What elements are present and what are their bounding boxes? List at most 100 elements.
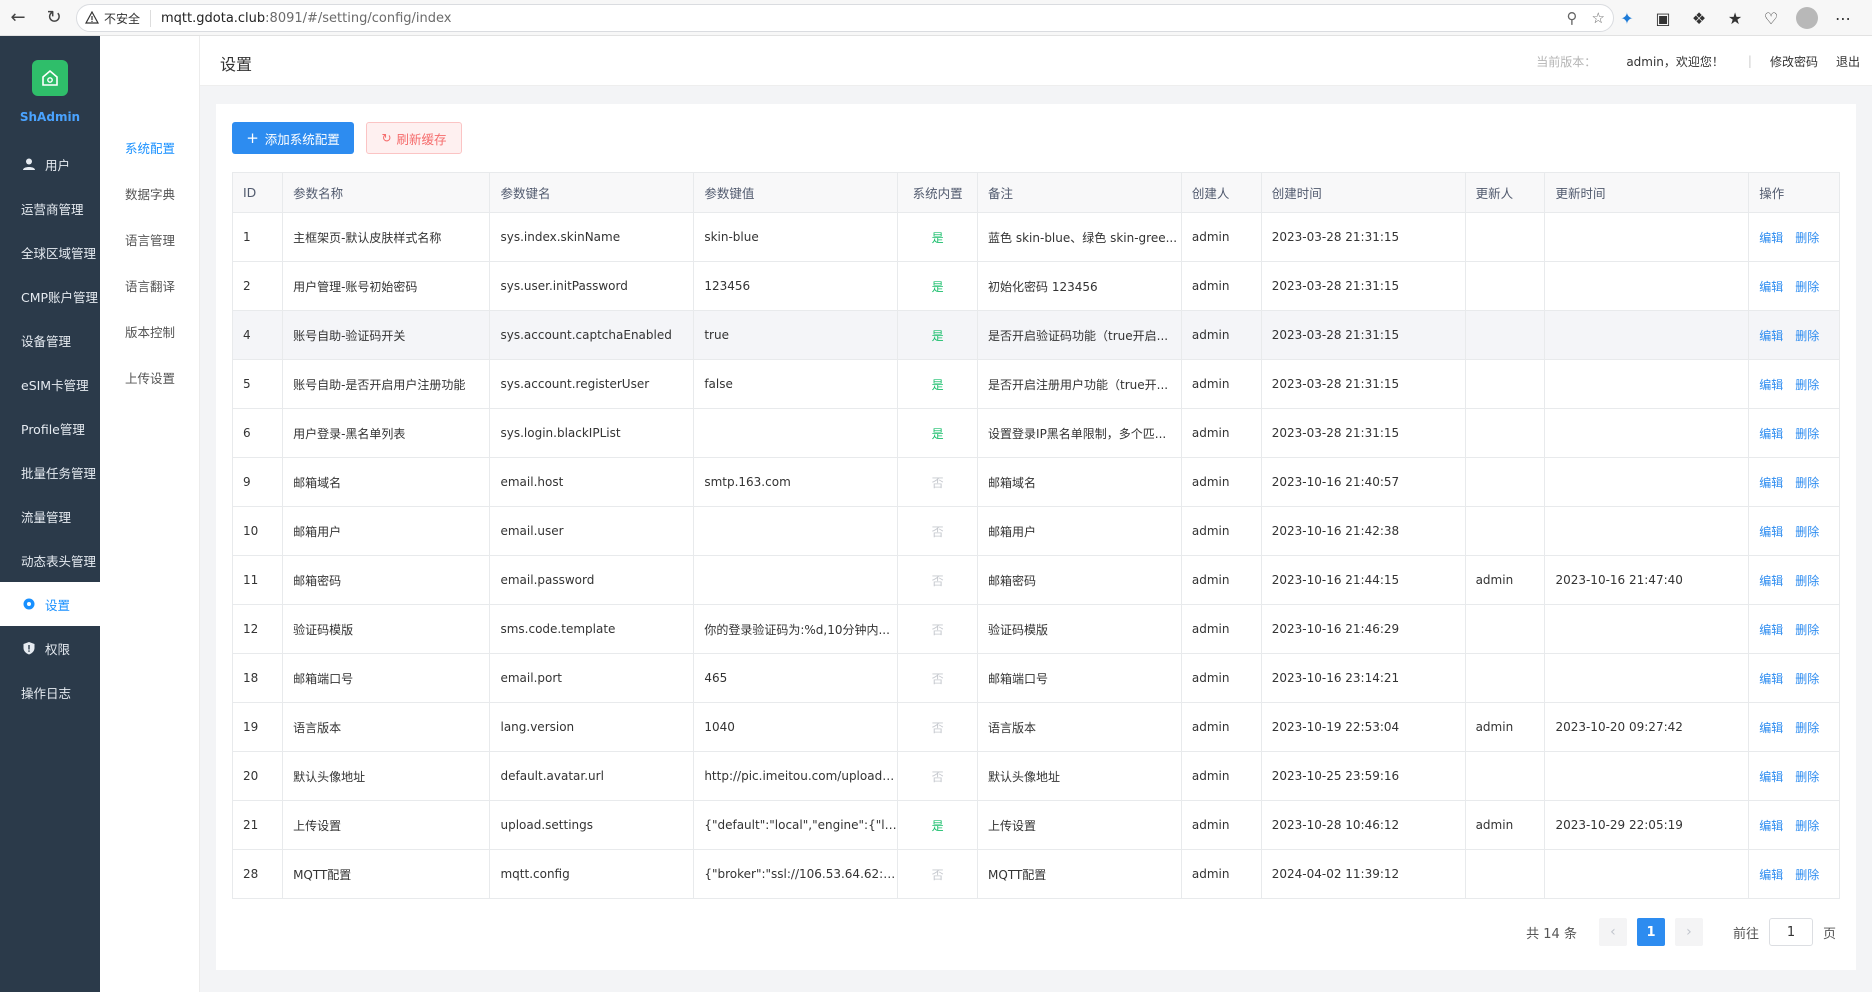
- cell-value: {"broker":"ssl://106.53.64.62:88...: [693, 849, 899, 899]
- favorites-icon[interactable]: ★: [1720, 3, 1750, 33]
- cell-actions: 编辑 删除: [1748, 604, 1840, 654]
- builtin-flag: 否: [931, 867, 944, 882]
- cell-key: sys.account.registerUser: [489, 359, 695, 409]
- cell-creator: admin: [1180, 751, 1262, 801]
- col-header-updater: 更新人: [1464, 172, 1546, 213]
- edit-link[interactable]: 编辑: [1759, 476, 1783, 490]
- star-icon[interactable]: ☆: [1592, 9, 1605, 27]
- cell-updated: [1544, 261, 1750, 311]
- refresh-cache-button[interactable]: ↻ 刷新缓存: [366, 122, 462, 154]
- cell-creator: admin: [1180, 800, 1262, 850]
- delete-link[interactable]: 删除: [1795, 329, 1819, 343]
- cell-created: 2023-10-19 22:53:04: [1260, 702, 1466, 752]
- page-header: 设置 当前版本： admin，欢迎您！ | 修改密码 退出: [200, 36, 1872, 86]
- cell-name: 账号自助-是否开启用户注册功能: [282, 359, 491, 409]
- back-arrow-icon[interactable]: ←: [0, 0, 36, 36]
- cell-name: 账号自助-验证码开关: [282, 310, 491, 360]
- menu-item-users[interactable]: 用户: [0, 142, 100, 186]
- delete-link[interactable]: 删除: [1795, 623, 1819, 637]
- delete-link[interactable]: 删除: [1795, 280, 1819, 294]
- menu-item-settings[interactable]: 设置: [0, 582, 100, 626]
- delete-link[interactable]: 删除: [1795, 868, 1819, 882]
- cell-updater: [1464, 212, 1546, 262]
- cell-updated: [1544, 359, 1750, 409]
- cell-actions: 编辑 删除: [1748, 555, 1840, 605]
- subnav-item-system-config[interactable]: 系统配置: [100, 124, 199, 170]
- delete-link[interactable]: 删除: [1795, 476, 1819, 490]
- menu-item-batch-task[interactable]: 批量任务管理: [0, 450, 100, 494]
- cell-id: 4: [231, 310, 284, 360]
- menu-item-profile[interactable]: Profile管理: [0, 406, 100, 450]
- menu-item-region[interactable]: 全球区域管理: [0, 230, 100, 274]
- delete-link[interactable]: 删除: [1795, 819, 1819, 833]
- delete-link[interactable]: 删除: [1795, 378, 1819, 392]
- cell-value: skin-blue: [693, 212, 899, 262]
- menu-item-permission[interactable]: 权限: [0, 626, 100, 670]
- builtin-flag: 否: [931, 524, 944, 539]
- edit-link[interactable]: 编辑: [1759, 868, 1783, 882]
- subnav-item-language[interactable]: 语言管理: [100, 216, 199, 262]
- puzzle-icon[interactable]: ❖: [1684, 3, 1714, 33]
- page-number-1[interactable]: 1: [1636, 918, 1665, 946]
- cell-name: MQTT配置: [282, 849, 491, 899]
- pagination: 共 14 条 ‹ 1 › 前往 页: [1526, 918, 1836, 946]
- health-icon[interactable]: ♡: [1756, 3, 1786, 33]
- delete-link[interactable]: 删除: [1795, 770, 1819, 784]
- menu-item-operation-log[interactable]: 操作日志: [0, 670, 100, 714]
- edit-link[interactable]: 编辑: [1759, 231, 1783, 245]
- edit-link[interactable]: 编辑: [1759, 623, 1783, 637]
- delete-link[interactable]: 删除: [1795, 427, 1819, 441]
- subnav-item-dictionary[interactable]: 数据字典: [100, 170, 199, 216]
- edit-link[interactable]: 编辑: [1759, 770, 1783, 784]
- welcome-text: admin，欢迎您！: [1626, 54, 1724, 69]
- menu-item-esim[interactable]: eSIM卡管理: [0, 362, 100, 406]
- edit-link[interactable]: 编辑: [1759, 574, 1783, 588]
- cell-value: {"default":"local","engine":{"local...: [693, 800, 899, 850]
- key-icon[interactable]: ⚲: [1567, 9, 1578, 27]
- security-indicator[interactable]: 不安全: [85, 9, 152, 27]
- delete-link[interactable]: 删除: [1795, 721, 1819, 735]
- delete-link[interactable]: 删除: [1795, 525, 1819, 539]
- extension-icon-2[interactable]: ▣: [1648, 3, 1678, 33]
- profile-avatar[interactable]: [1792, 3, 1822, 33]
- cell-key: sys.account.captchaEnabled: [489, 310, 695, 360]
- header-user-area: 当前版本： admin，欢迎您！ | 修改密码 退出: [1536, 36, 1860, 86]
- edit-link[interactable]: 编辑: [1759, 525, 1783, 539]
- delete-link[interactable]: 删除: [1795, 574, 1819, 588]
- edit-link[interactable]: 编辑: [1759, 721, 1783, 735]
- delete-link[interactable]: 删除: [1795, 231, 1819, 245]
- logout-link[interactable]: 退出: [1836, 53, 1860, 70]
- prev-page-button[interactable]: ‹: [1598, 918, 1627, 946]
- butterfly-extension-icon[interactable]: ✦: [1612, 3, 1642, 33]
- menu-item-traffic[interactable]: 流量管理: [0, 494, 100, 538]
- table-row: 6 用户登录-黑名单列表 sys.login.blackIPList 是 设置登录IP黑…: [231, 408, 1840, 458]
- menu-item-dynamic-header[interactable]: 动态表头管理: [0, 538, 100, 582]
- subnav-item-upload-settings[interactable]: 上传设置: [100, 354, 199, 400]
- edit-link[interactable]: 编辑: [1759, 280, 1783, 294]
- edit-link[interactable]: 编辑: [1759, 672, 1783, 686]
- cell-created: 2024-04-02 11:39:12: [1260, 849, 1466, 899]
- menu-item-carrier[interactable]: 运营商管理: [0, 186, 100, 230]
- address-bar[interactable]: 不安全 mqtt.gdota.club:8091/#/setting/confi…: [76, 4, 1614, 32]
- menu-item-cmp-account[interactable]: CMP账户管理: [0, 274, 100, 318]
- cell-key: email.host: [489, 457, 695, 507]
- subnav-item-version-control[interactable]: 版本控制: [100, 308, 199, 354]
- subnav-item-translation[interactable]: 语言翻译: [100, 262, 199, 308]
- change-password-link[interactable]: 修改密码: [1770, 53, 1818, 70]
- edit-link[interactable]: 编辑: [1759, 329, 1783, 343]
- edit-link[interactable]: 编辑: [1759, 378, 1783, 392]
- total-count: 共 14 条: [1526, 926, 1577, 942]
- edit-link[interactable]: 编辑: [1759, 819, 1783, 833]
- add-config-button[interactable]: + 添加系统配置: [232, 122, 354, 154]
- menu-item-device[interactable]: 设备管理: [0, 318, 100, 362]
- cell-id: 5: [231, 359, 284, 409]
- goto-page-input[interactable]: [1768, 918, 1813, 946]
- cell-actions: 编辑 删除: [1748, 506, 1840, 556]
- next-page-button[interactable]: ›: [1674, 918, 1703, 946]
- delete-link[interactable]: 删除: [1795, 672, 1819, 686]
- reload-icon[interactable]: ↻: [36, 0, 72, 36]
- app-logo[interactable]: [32, 60, 68, 96]
- cell-created: 2023-10-16 21:42:38: [1260, 506, 1466, 556]
- edit-link[interactable]: 编辑: [1759, 427, 1783, 441]
- more-menu-icon[interactable]: ⋯: [1828, 3, 1858, 33]
